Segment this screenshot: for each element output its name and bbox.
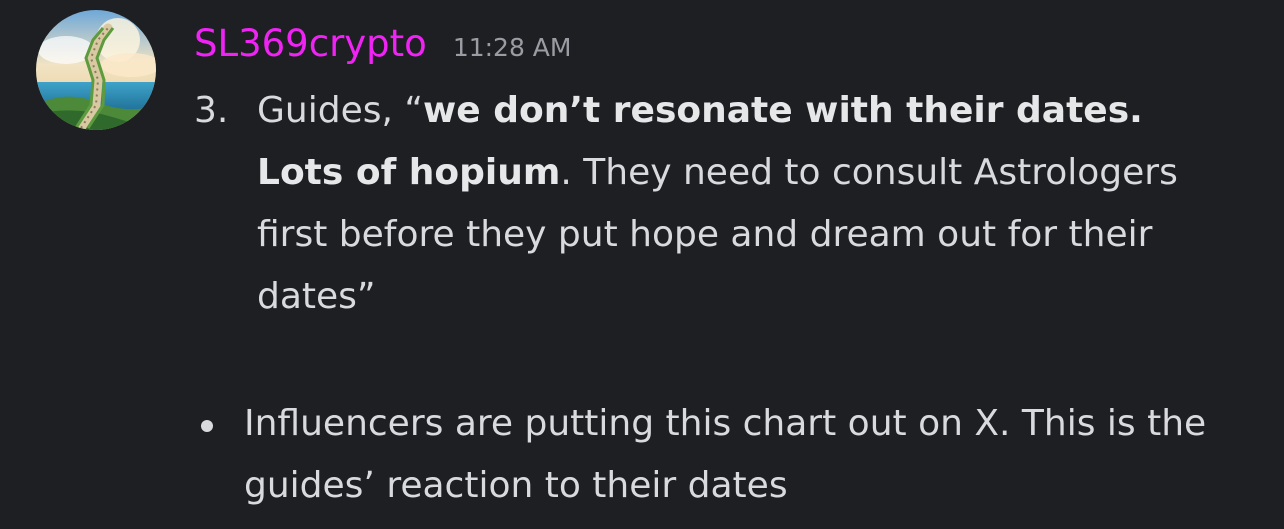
- list-item-text: Guides, “we don’t resonate with their da…: [257, 80, 1254, 328]
- message-content: 3. Guides, “we don’t resonate with their…: [194, 80, 1254, 506]
- username[interactable]: SL369crypto: [194, 22, 427, 65]
- list-number: 3.: [194, 90, 229, 131]
- ordered-list-item: 3. Guides, “we don’t resonate with their…: [194, 80, 1254, 328]
- message-header: SL369crypto 11:28 AM: [194, 22, 571, 72]
- bullet-icon: [201, 420, 213, 432]
- bullet-list-item: Influencers are putting this chart out o…: [194, 393, 1254, 517]
- bold-text-2: Lots of hopium: [257, 152, 561, 193]
- avatar[interactable]: [36, 10, 156, 130]
- bold-text-1: we don’t resonate with their dates.: [423, 90, 1143, 131]
- timestamp: 11:28 AM: [452, 33, 572, 62]
- stairway-to-heaven-avatar-icon: [36, 10, 156, 130]
- quote-prefix: Guides, “: [257, 90, 424, 131]
- bullet-item-text: Influencers are putting this chart out o…: [244, 403, 1207, 506]
- chat-message: SL369crypto 11:28 AM 3. Guides, “we don’…: [0, 0, 1284, 529]
